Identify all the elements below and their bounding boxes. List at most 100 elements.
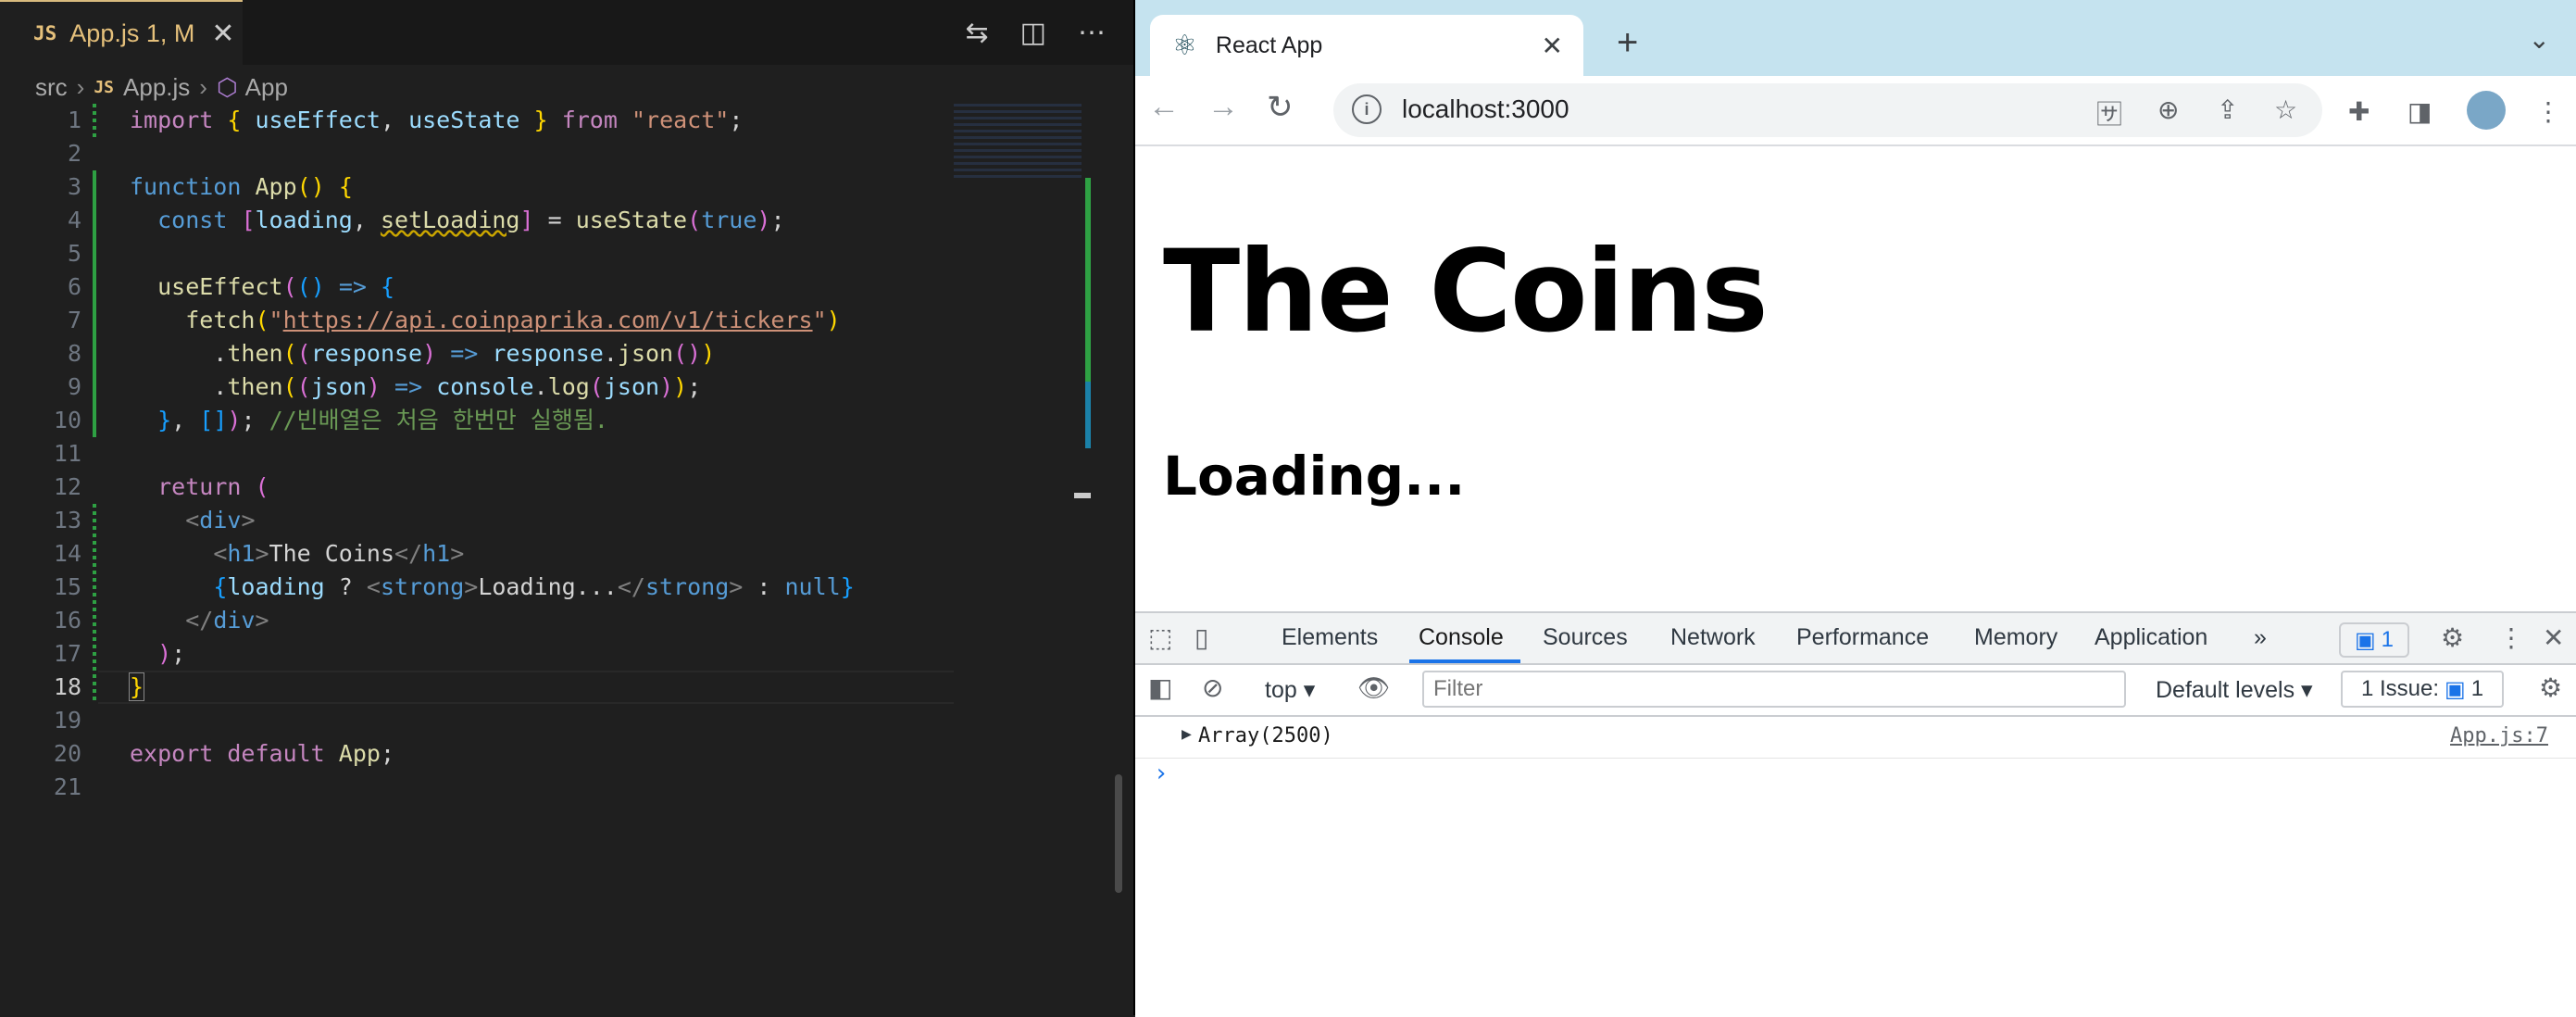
javascript-file-icon: JS xyxy=(94,77,115,97)
react-logo-icon: ⚛ xyxy=(1172,30,1197,61)
browser-tab-react-app[interactable]: ⚛ React App ✕ xyxy=(1150,15,1583,76)
code-text: <div> xyxy=(185,507,256,534)
code-line: 17 ); xyxy=(0,637,954,671)
forward-button[interactable]: → xyxy=(1207,89,1239,125)
breadcrumb: src › JS App.js › ⬡ App xyxy=(35,70,288,104)
line-number: 11 xyxy=(53,440,81,467)
gear-icon[interactable]: ⚙ xyxy=(2441,622,2464,653)
device-toolbar-icon[interactable]: ▯ xyxy=(1194,622,1208,653)
translate-icon[interactable]: 🈂 xyxy=(2096,94,2122,132)
reload-button[interactable]: ↻ xyxy=(1267,89,1294,126)
log-value[interactable]: Array(2500) xyxy=(1198,724,1333,747)
devtools-panel: ⬚ ▯ Elements Console Sources Network Per… xyxy=(1135,611,2576,1017)
tab-search-icon[interactable]: ⌄ xyxy=(2529,24,2550,55)
clear-console-icon[interactable]: ⊘ xyxy=(1202,672,1223,703)
tab-strip: ⚛ React App ✕ + ⌄ xyxy=(1135,0,2576,76)
breadcrumb-file[interactable]: App.js xyxy=(123,73,190,102)
url-text[interactable]: localhost:3000 xyxy=(1402,94,1569,124)
more-options-icon[interactable]: ⋮ xyxy=(2498,622,2524,653)
tab-performance[interactable]: Performance xyxy=(1796,624,1929,651)
code-text: ); xyxy=(157,640,186,667)
bookmark-star-icon[interactable]: ☆ xyxy=(2274,94,2297,125)
scrollbar-thumb[interactable] xyxy=(1115,774,1122,893)
tab-console[interactable]: Console xyxy=(1419,624,1504,651)
tab-network[interactable]: Network xyxy=(1670,624,1756,651)
close-icon[interactable]: ✕ xyxy=(1542,31,1563,61)
code-line: 13 <div> xyxy=(0,504,954,537)
console-toolbar: ◧ ⊘ top ▾ 👁 Default levels ▾ 1 Issue: ▣ … xyxy=(1135,665,2576,717)
code-text: </div> xyxy=(185,607,269,634)
devtools-tab-bar: ⬚ ▯ Elements Console Sources Network Per… xyxy=(1135,613,2576,665)
more-tabs-icon[interactable]: » xyxy=(2254,624,2267,651)
avatar[interactable] xyxy=(2467,91,2506,130)
log-levels-value: Default levels xyxy=(2156,677,2295,703)
editor-tab-app-js[interactable]: JS App.js 1, M ✕ xyxy=(0,0,243,65)
message-count: 1 xyxy=(2381,627,2395,652)
breadcrumb-symbol[interactable]: App xyxy=(245,73,288,102)
web-page: The Coins Loading... xyxy=(1135,146,2576,609)
filter-input[interactable] xyxy=(1422,671,2126,708)
tab-application[interactable]: Application xyxy=(2095,624,2207,651)
code-line: 10 }, []); //빈배열은 처음 한번만 실행됨. xyxy=(0,404,954,437)
tab-sources[interactable]: Sources xyxy=(1543,624,1628,651)
log-levels-dropdown[interactable]: Default levels ▾ xyxy=(2156,676,2313,704)
issues-button[interactable]: 1 Issue: ▣ 1 xyxy=(2341,671,2504,708)
more-menu-icon[interactable]: ⋮ xyxy=(2535,96,2561,127)
extensions-icon[interactable]: ✚ xyxy=(2348,96,2370,127)
open-changes-icon[interactable]: ⇆ xyxy=(966,17,989,49)
code-text: <h1>The Coins</h1> xyxy=(213,540,465,567)
breadcrumb-folder[interactable]: src xyxy=(35,73,68,102)
browser-toolbar: ← → ↻ i localhost:3000 🈂 ⊕ ⇪ ☆ ✚ ◨ ⋮ xyxy=(1135,76,2576,146)
line-number: 15 xyxy=(53,573,81,600)
source-link[interactable]: App.js:7 xyxy=(2450,724,2548,747)
code-text: const [loading, setLoading] = useState(t… xyxy=(157,207,785,233)
active-tab-indicator xyxy=(1409,659,1520,663)
share-icon[interactable]: ⇪ xyxy=(2217,94,2238,125)
close-icon[interactable]: ✕ xyxy=(211,18,234,50)
sidebar-toggle-icon[interactable]: ◧ xyxy=(1148,672,1172,703)
inspect-element-icon[interactable]: ⬚ xyxy=(1148,622,1172,653)
side-panel-icon[interactable]: ◨ xyxy=(2407,96,2432,127)
code-text: import { useEffect, useState } from "rea… xyxy=(130,107,744,133)
line-number: 5 xyxy=(67,240,81,267)
more-actions-icon[interactable]: ⋯ xyxy=(1078,17,1106,49)
line-number: 20 xyxy=(53,740,81,767)
address-bar[interactable]: i localhost:3000 🈂 ⊕ ⇪ ☆ xyxy=(1333,83,2322,137)
code-line: 15 {loading ? <strong>Loading...</strong… xyxy=(0,571,954,604)
line-number: 9 xyxy=(67,373,81,400)
javascript-file-icon: JS xyxy=(33,22,57,44)
line-number: 10 xyxy=(53,407,81,433)
code-editor[interactable]: 1 import { useEffect, useState } from "re… xyxy=(0,104,954,808)
split-editor-icon[interactable]: ◫ xyxy=(1020,17,1046,49)
issues-count: 1 xyxy=(2470,676,2484,701)
code-line: 5 xyxy=(0,237,954,270)
context-selector[interactable]: top ▾ xyxy=(1265,676,1315,704)
code-text: .then((json) => console.log(json)); xyxy=(130,373,702,400)
messages-badge[interactable]: ▣ 1 xyxy=(2339,622,2409,658)
line-number: 3 xyxy=(67,173,81,200)
editor-actions: ⇆ ◫ ⋯ xyxy=(966,17,1107,49)
expand-triangle-icon[interactable]: ▶ xyxy=(1182,724,1192,744)
close-icon[interactable]: ✕ xyxy=(2543,622,2564,653)
console-log-entry[interactable]: ▶ Array(2500) App.js:7 xyxy=(1135,717,2576,759)
console-settings-icon[interactable]: ⚙ xyxy=(2539,672,2562,703)
tab-memory[interactable]: Memory xyxy=(1974,624,2057,651)
new-tab-button[interactable]: + xyxy=(1617,22,1638,64)
info-icon[interactable]: i xyxy=(1352,94,1382,124)
tab-elements[interactable]: Elements xyxy=(1282,624,1378,651)
eye-icon[interactable]: 👁 xyxy=(1357,672,1391,703)
editor-tab-label: App.js 1, M xyxy=(69,19,195,47)
browser-window: ⚛ React App ✕ + ⌄ ← → ↻ i localhost:3000… xyxy=(1135,0,2576,1017)
minimap[interactable] xyxy=(954,104,1093,178)
vscode-window: JS App.js 1, M ✕ ⇆ ◫ ⋯ src › JS App.js ›… xyxy=(0,0,1133,1015)
code-text: export default App; xyxy=(130,740,395,767)
back-button[interactable]: ← xyxy=(1148,89,1180,125)
overview-ruler xyxy=(1074,104,1093,1015)
page-heading: The Coins xyxy=(1163,226,1769,358)
code-line: 1 import { useEffect, useState } from "re… xyxy=(0,104,954,137)
code-line: 11 xyxy=(0,437,954,471)
zoom-icon[interactable]: ⊕ xyxy=(2157,94,2179,125)
code-line: 7 fetch("https://api.coinpaprika.com/v1/… xyxy=(0,304,954,337)
code-line: 8 .then((response) => response.json()) xyxy=(0,337,954,370)
console-prompt[interactable]: › xyxy=(1154,760,1169,787)
